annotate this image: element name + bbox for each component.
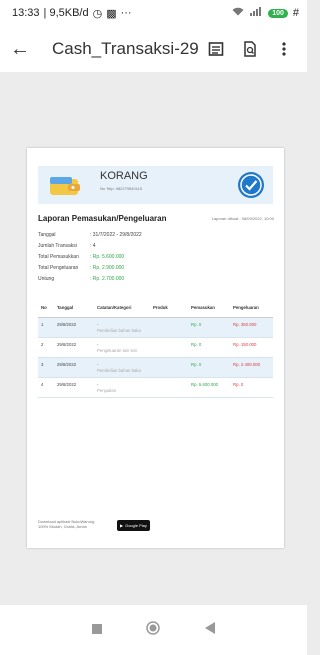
note: Penjualan [97, 387, 117, 393]
info-value: : 31/7/2022 - 29/8/2022 [90, 232, 142, 238]
cell-date: 29/8/2022 [54, 337, 94, 358]
info-value: : Rp. 2.700.000 [90, 276, 125, 282]
cell-income: Rp. 0 [188, 357, 230, 378]
message-icon: ▩ [106, 7, 117, 20]
status-network-speed: | 9,5KB/d [43, 7, 89, 19]
cell-date: 29/8/2022 [54, 317, 94, 338]
category: - [97, 341, 99, 347]
cell-category: - Pengeluaran lain lain [94, 337, 150, 358]
info-label: Tanggal [38, 232, 56, 238]
info-value: : Rp. 5.600.000 [90, 254, 125, 260]
cell-income: Rp. 0 [188, 317, 230, 338]
note: Pembelian bahan baku [97, 367, 141, 373]
promo-line: 100% Mudah, Gratis, Aman [38, 524, 87, 529]
battery-icon: 100 [268, 8, 288, 18]
alarm-icon: ◷ [92, 7, 103, 20]
cell-product [150, 337, 188, 358]
col-header: No [38, 298, 54, 318]
signal-icon [249, 7, 263, 19]
info-label: Untung [38, 276, 55, 282]
note: Pembelian bahan baku [97, 327, 141, 333]
recent-apps-icon[interactable] [92, 621, 103, 639]
category: - [97, 381, 99, 387]
info-row-expense: Total Pengeluaran : Rp. 2.900.000 [38, 265, 124, 271]
info-row-income: Total Pemasukkan : Rp. 5.600.000 [38, 254, 124, 260]
cell-no: 2 [38, 337, 54, 358]
cell-no: 4 [38, 377, 54, 398]
table-header-row: No Tanggal Catatan/Kategori Produk Pemas… [38, 298, 273, 318]
cell-expense: Rp. 2.400.000 [230, 357, 273, 378]
app-bar: ← Cash_Transaksi-29.... [0, 26, 307, 72]
charging-icon: # [292, 7, 299, 19]
cell-expense: Rp. 150.000 [230, 337, 273, 358]
business-phone: No Telp: 082279540115 [100, 186, 143, 191]
back-arrow-icon[interactable]: ← [10, 38, 38, 61]
table-row: 3 29/8/2022 - Pembelian bahan baku Rp. 0 … [38, 357, 273, 378]
cell-product [150, 357, 188, 378]
cell-income: Rp. 0 [188, 337, 230, 358]
cell-date: 29/8/2022 [54, 377, 94, 398]
screen: 13:33 | 9,5KB/d ◷ ▩ ··· 100 # ← Cash_Tra… [0, 0, 307, 655]
category: - [97, 361, 99, 367]
info-value: : 4 [90, 243, 96, 249]
info-row-count: Jumlah Transaksi : 4 [38, 243, 96, 249]
play-triangle-icon: ▶ [120, 523, 124, 528]
cell-category: - Penjualan [94, 377, 150, 398]
transactions-table: No Tanggal Catatan/Kategori Produk Pemas… [38, 298, 273, 398]
cell-no: 3 [38, 357, 54, 378]
document-page[interactable]: KORANG No Telp: 082279540115 Laporan Pem… [27, 148, 284, 548]
info-label: Total Pengeluaran [38, 265, 79, 271]
info-label: Total Pemasukkan [38, 254, 79, 260]
info-value: : Rp. 2.900.000 [90, 265, 125, 271]
wifi-icon [232, 7, 244, 19]
info-row-profit: Untung : Rp. 2.700.000 [38, 276, 124, 282]
col-header: Catatan/Kategori [94, 298, 150, 318]
category: - [97, 321, 99, 327]
col-header: Pemasukan [188, 298, 230, 318]
more-options-icon[interactable] [267, 41, 301, 57]
text-view-icon[interactable] [199, 41, 233, 57]
business-name: KORANG [100, 170, 148, 182]
printed-at: Laporan dibuat : 08/09/2022, 10:00 [211, 216, 274, 221]
table-row: 1 29/8/2022 - Pembelian bahan baku Rp. 0 … [38, 317, 273, 338]
cell-date: 29/8/2022 [54, 357, 94, 378]
cell-no: 1 [38, 317, 54, 338]
more-notifications-icon: ··· [120, 7, 132, 19]
system-nav-bar [0, 605, 307, 655]
google-play-badge[interactable]: ▶ Google Play [117, 520, 150, 531]
cell-expense: Rp. 0 [230, 377, 273, 398]
cell-income: Rp. 5.600.000 [188, 377, 230, 398]
cell-expense: Rp. 350.000 [230, 317, 273, 338]
status-bar: 13:33 | 9,5KB/d ◷ ▩ ··· 100 # [0, 0, 307, 26]
download-promo-text: Download aplikasi BukuWarung 100% Mudah,… [38, 519, 94, 529]
col-header: Produk [150, 298, 188, 318]
info-row-date: Tanggal : 31/7/2022 - 29/8/2022 [38, 232, 142, 238]
info-label: Jumlah Transaksi [38, 243, 77, 249]
note: Pengeluaran lain lain [97, 347, 138, 353]
table-row: 4 29/8/2022 - Penjualan Rp. 5.600.000 Rp.… [38, 377, 273, 398]
col-header: Tanggal [54, 298, 94, 318]
cell-product [150, 317, 188, 338]
report-title: Laporan Pemasukan/Pengeluaran [38, 214, 167, 223]
google-play-label: Google Play [125, 523, 147, 528]
business-header: KORANG No Telp: 082279540115 [38, 166, 273, 204]
col-header: Pengeluaran [230, 298, 273, 318]
search-in-document-icon[interactable] [233, 41, 267, 57]
wallet-logo-icon [48, 173, 82, 197]
document-title: Cash_Transaksi-29.... [52, 39, 199, 58]
cell-category: - Pembelian bahan baku [94, 357, 150, 378]
status-time: 13:33 [12, 7, 40, 19]
home-icon[interactable] [146, 620, 161, 640]
cell-product [150, 377, 188, 398]
verified-seal-icon [237, 171, 265, 199]
cell-category: - Pembelian bahan baku [94, 317, 150, 338]
table-row: 2 29/8/2022 - Pengeluaran lain lain Rp. 0… [38, 337, 273, 358]
back-icon[interactable] [204, 621, 215, 639]
